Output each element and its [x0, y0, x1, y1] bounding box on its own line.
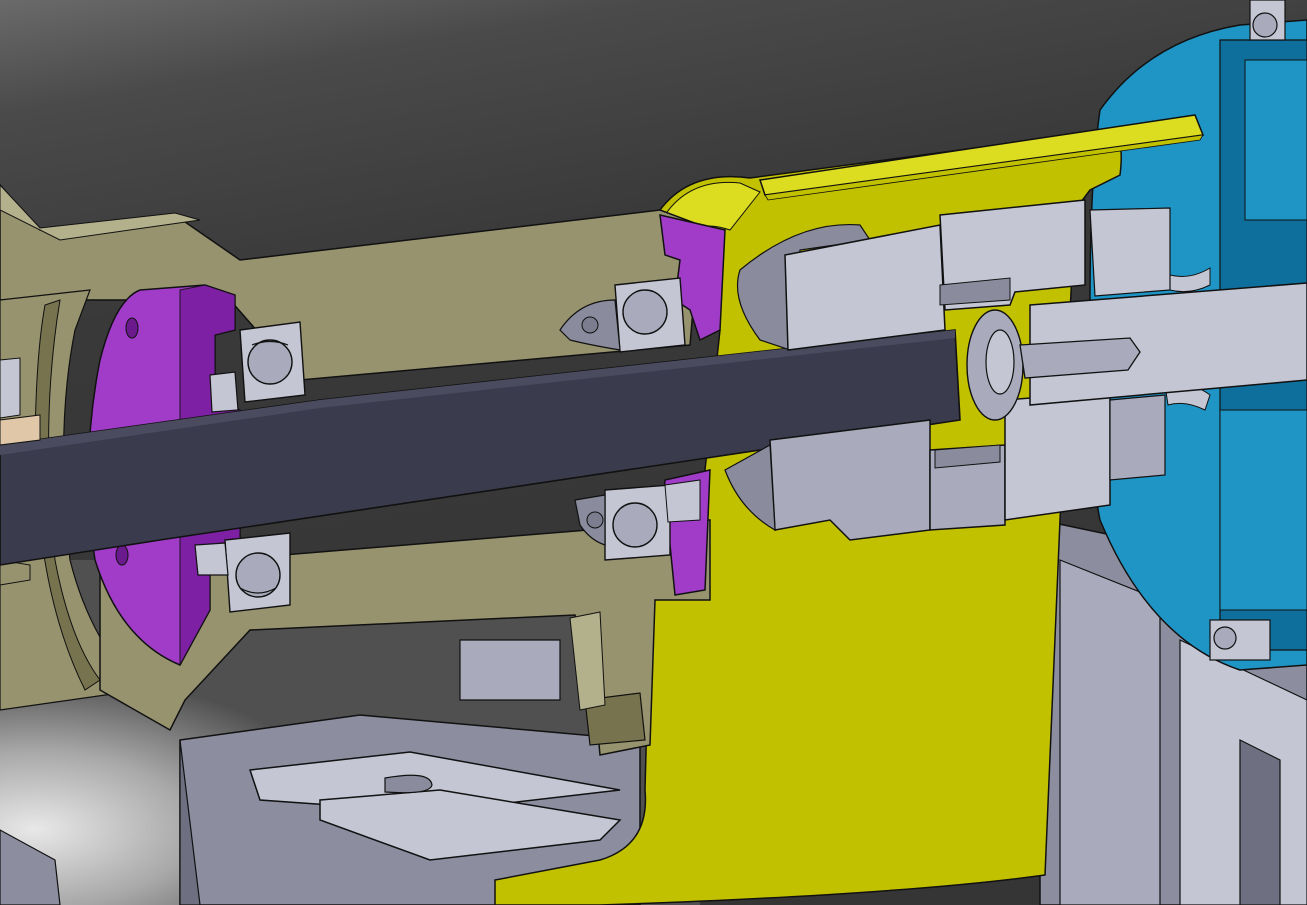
cad-viewport[interactable]: [0, 0, 1307, 905]
cad-section-scene: [0, 0, 1307, 905]
